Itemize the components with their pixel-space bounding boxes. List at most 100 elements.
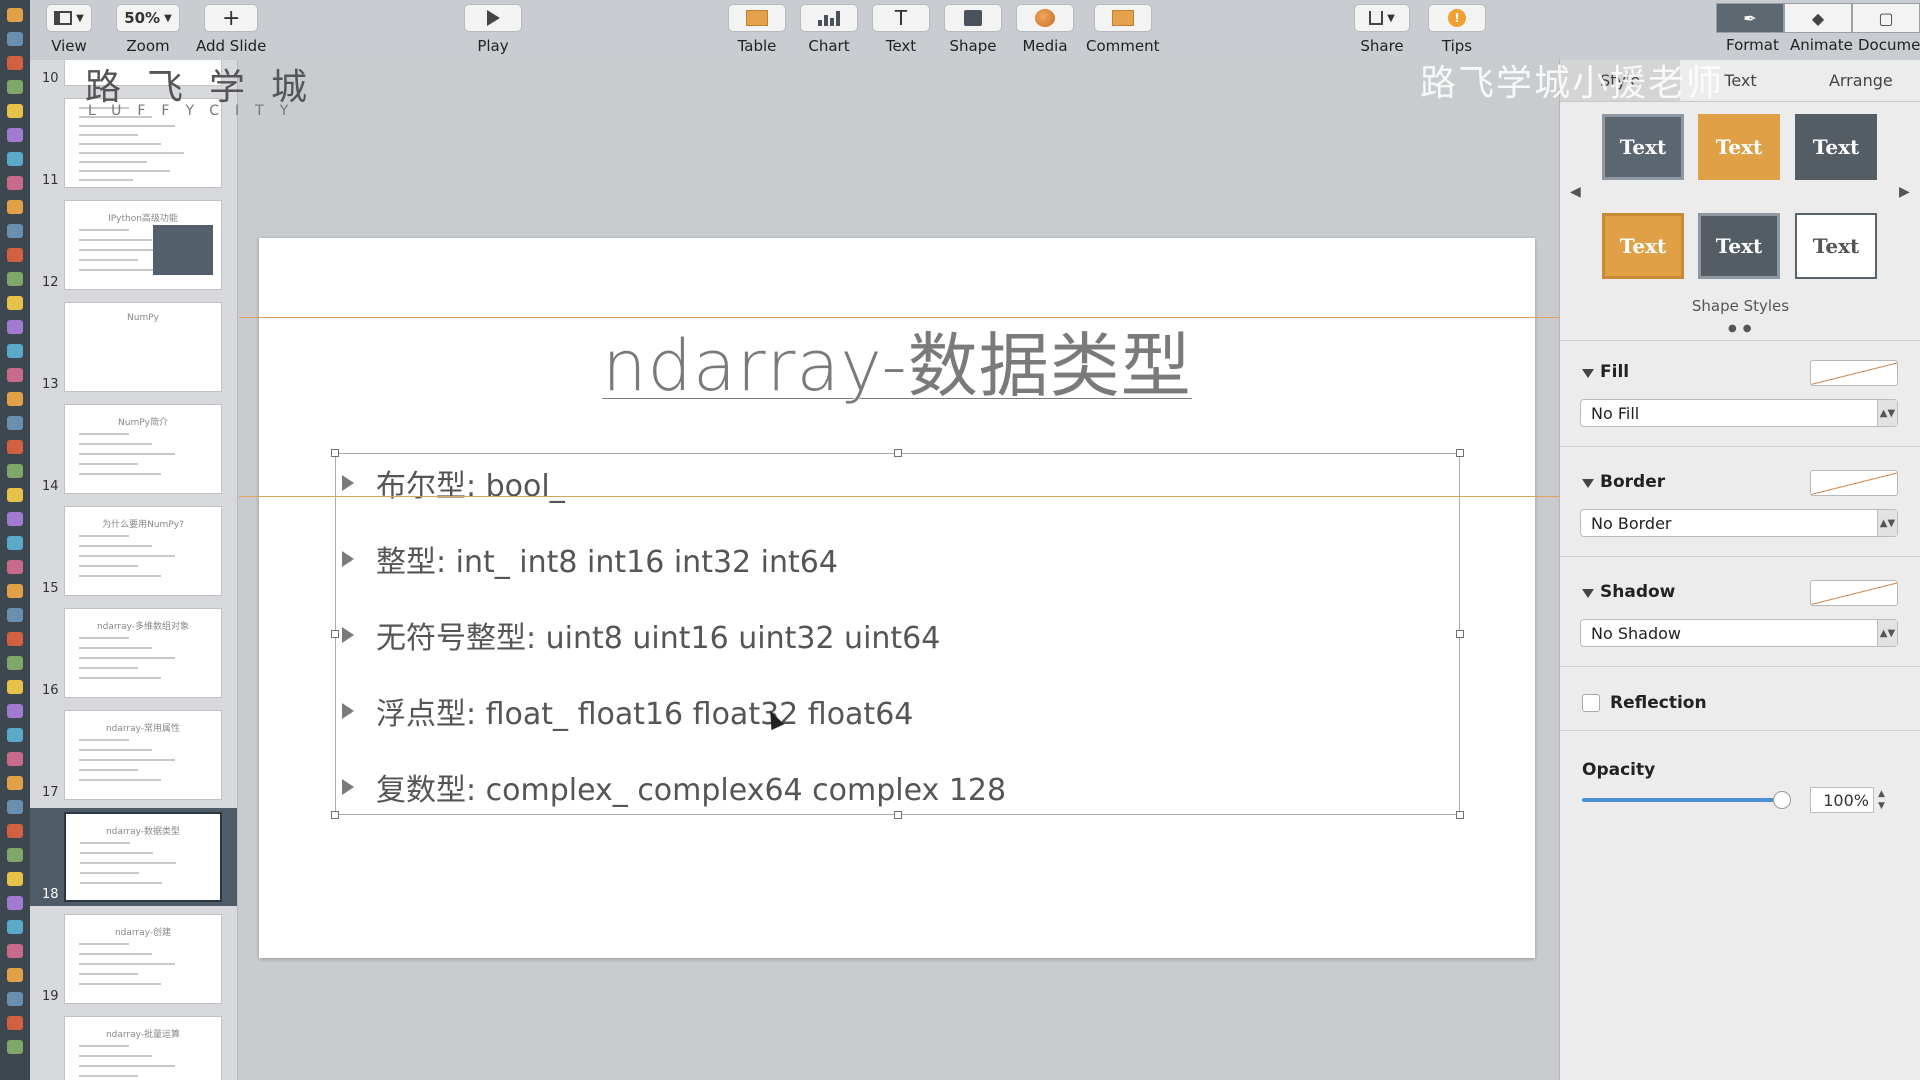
slide-thumbnail[interactable]: IPython高级功能 — [64, 200, 222, 290]
disclosure-triangle-icon[interactable] — [1582, 589, 1594, 598]
slide-thumbnail[interactable]: ndarray-创建 — [64, 914, 222, 1004]
comment-button[interactable] — [1093, 4, 1152, 32]
opacity-input[interactable]: 100% — [1810, 787, 1874, 813]
zoom-tool[interactable]: 50% ▼ Zoom — [116, 4, 180, 55]
dock-app-icon[interactable] — [7, 992, 23, 1006]
dock-app-icon[interactable] — [7, 536, 23, 550]
table-button[interactable] — [728, 4, 786, 32]
dock-app-icon[interactable] — [7, 824, 23, 838]
stepper-icon[interactable]: ▲ ▼ — [1878, 788, 1885, 812]
dock-app-icon[interactable] — [7, 368, 23, 382]
share-tool[interactable]: ▼ Share — [1354, 4, 1410, 55]
dock-app-icon[interactable] — [7, 944, 23, 958]
format-button[interactable]: ✒ — [1716, 3, 1784, 33]
dock-app-icon[interactable] — [7, 488, 23, 502]
dock-app-icon[interactable] — [7, 440, 23, 454]
shape-button[interactable] — [944, 4, 1002, 32]
resize-handle[interactable] — [1456, 811, 1464, 819]
view-button[interactable]: ▼ — [46, 4, 92, 32]
dock-app-icon[interactable] — [7, 896, 23, 910]
dock-app-icon[interactable] — [7, 872, 23, 886]
dock-app-icon[interactable] — [7, 704, 23, 718]
slide-thumbnail[interactable]: ndarray-常用属性 — [64, 710, 222, 800]
disclosure-triangle-icon[interactable] — [1582, 479, 1594, 488]
resize-handle[interactable] — [331, 811, 339, 819]
shape-style-6[interactable]: Text — [1795, 213, 1877, 279]
resize-handle[interactable] — [331, 449, 339, 457]
dock-app-icon[interactable] — [7, 200, 23, 214]
shadow-select[interactable]: No Shadow ▲▼ — [1580, 619, 1898, 647]
chart-button[interactable] — [800, 4, 858, 32]
comment-tool[interactable]: Comment — [1086, 4, 1160, 55]
dock-app-icon[interactable] — [7, 152, 23, 166]
current-slide[interactable]: ndarray-数据类型 布尔型: bool_ 整型: int_ int8 int… — [259, 238, 1535, 958]
dock-app-icon[interactable] — [7, 680, 23, 694]
view-tool[interactable]: ▼ View — [46, 4, 92, 55]
shape-style-3[interactable]: Text — [1795, 114, 1877, 180]
play-button[interactable] — [464, 4, 522, 32]
slide-thumbnail-row[interactable]: ndarray-常用属性 17 — [30, 706, 237, 804]
dock-app-icon[interactable] — [7, 1016, 23, 1030]
dock-app-icon[interactable] — [7, 8, 23, 22]
chevron-right-icon[interactable]: ▶ — [1899, 184, 1910, 200]
dock-app-icon[interactable] — [7, 512, 23, 526]
disclosure-triangle-icon[interactable] — [1582, 369, 1594, 378]
shape-style-5[interactable]: Text — [1698, 213, 1780, 279]
opacity-slider-knob[interactable] — [1773, 791, 1791, 809]
dock-app-icon[interactable] — [7, 176, 23, 190]
dock-app-icon[interactable] — [7, 56, 23, 70]
slide-thumbnail-row[interactable]: 为什么要用NumPy? 15 — [30, 502, 237, 600]
slide-thumbnail-row[interactable]: ndarray-批量运算 — [30, 1012, 237, 1080]
dock-app-icon[interactable] — [7, 920, 23, 934]
dock-app-icon[interactable] — [7, 584, 23, 598]
bullet-item[interactable]: 布尔型: bool_ — [340, 463, 565, 504]
slide-title[interactable]: ndarray-数据类型 — [259, 310, 1535, 411]
bullet-item[interactable]: 复数型: complex_ complex64 complex 128 — [340, 767, 1006, 808]
border-swatch[interactable] — [1810, 470, 1898, 496]
share-button[interactable]: ▼ — [1354, 4, 1410, 32]
bullet-item[interactable]: 无符号整型: uint8 uint16 uint32 uint64 — [340, 615, 940, 656]
slide-thumbnail-row[interactable]: ndarray-多维数组对象 16 — [30, 604, 237, 702]
play-tool[interactable]: Play — [464, 4, 522, 55]
dock-app-icon[interactable] — [7, 392, 23, 406]
dock-app-icon[interactable] — [7, 728, 23, 742]
shape-tool[interactable]: Shape — [944, 4, 1002, 55]
slide-thumbnail-row[interactable]: NumPy简介 14 — [30, 400, 237, 498]
dock-app-icon[interactable] — [7, 752, 23, 766]
dock-app-icon[interactable] — [7, 1040, 23, 1054]
slide-thumbnail[interactable]: ndarray-多维数组对象 — [64, 608, 222, 698]
media-tool[interactable]: Media — [1016, 4, 1074, 55]
document-button[interactable]: ▢ — [1852, 3, 1920, 33]
table-tool[interactable]: Table — [728, 4, 786, 55]
media-button[interactable] — [1016, 4, 1074, 32]
shape-style-4[interactable]: Text — [1602, 213, 1684, 279]
page-dots[interactable]: ●● — [1728, 323, 1757, 334]
fill-swatch[interactable] — [1810, 360, 1898, 386]
resize-handle[interactable] — [1456, 449, 1464, 457]
slide-thumbnail-row[interactable]: NumPy 13 — [30, 298, 237, 396]
tab-arrange[interactable]: Arrange — [1801, 60, 1920, 101]
add-slide-button[interactable]: + — [204, 4, 259, 32]
dock-app-icon[interactable] — [7, 560, 23, 574]
dock-app-icon[interactable] — [7, 416, 23, 430]
dock-app-icon[interactable] — [7, 632, 23, 646]
dock-app-icon[interactable] — [7, 80, 23, 94]
dock-app-icon[interactable] — [7, 608, 23, 622]
resize-handle[interactable] — [331, 630, 339, 638]
slide-thumbnail[interactable]: NumPy — [64, 302, 222, 392]
chart-tool[interactable]: Chart — [800, 4, 858, 55]
dock-app-icon[interactable] — [7, 128, 23, 142]
slide-thumbnail-row[interactable]: ndarray-创建 19 — [30, 910, 237, 1008]
slide-thumbnail[interactable]: NumPy简介 — [64, 404, 222, 494]
dock-app-icon[interactable] — [7, 776, 23, 790]
slide-thumbnail[interactable]: ndarray-批量运算 — [64, 1016, 222, 1080]
resize-handle[interactable] — [893, 449, 902, 457]
chevron-left-icon[interactable]: ◀ — [1570, 184, 1581, 200]
reflection-checkbox[interactable] — [1582, 694, 1600, 712]
slide-thumbnail[interactable]: ndarray-数据类型 — [64, 812, 222, 902]
dock-app-icon[interactable] — [7, 104, 23, 118]
dock-app-icon[interactable] — [7, 656, 23, 670]
tips-button[interactable]: ! — [1428, 4, 1486, 32]
resize-handle[interactable] — [1456, 630, 1464, 638]
dock-app-icon[interactable] — [7, 800, 23, 814]
